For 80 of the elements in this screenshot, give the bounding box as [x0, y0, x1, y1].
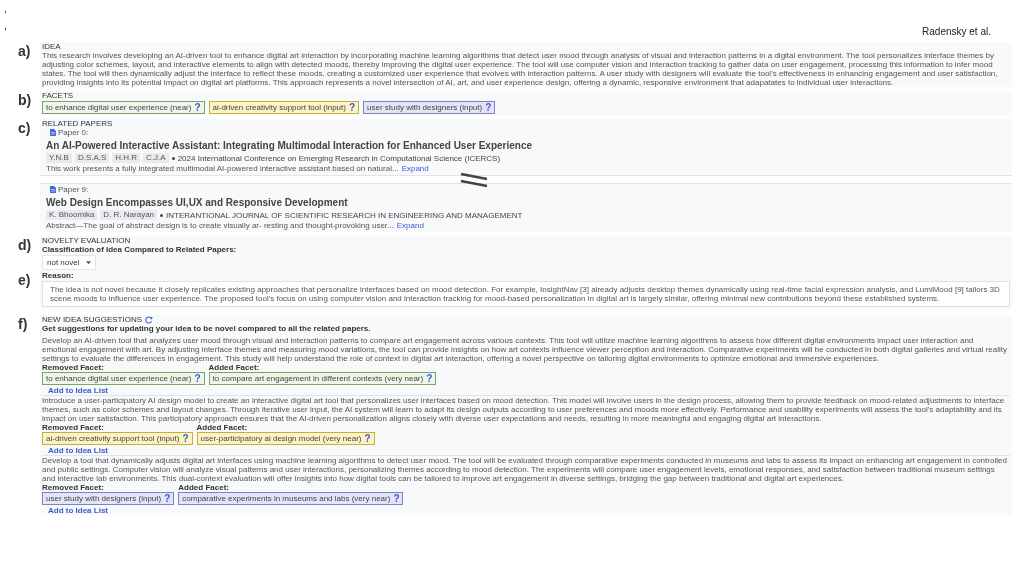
reason-text: The idea is not novel because it closely replicates existing approaches that personalize interfaces based on mood detection. For example, InsightNav [3] already adjusts desktop themes dynamically using real-time facial expression analysis, and LumiMood [9] tailors 3D scene moods to influence user experience. The proposed tool's focus on using computer vision and interaction tracking for mood-based personalization in digital art is largely similar, offering minimal new contributions beyond these established systems.: [42, 281, 1010, 307]
figure-label: f): [18, 317, 29, 331]
facet-text: user-participatory ai design model (very near): [200, 434, 362, 443]
section-heading: NOVELTY EVALUATION: [42, 236, 132, 245]
facet-text: to enhance digital user experience (near): [46, 103, 192, 112]
running-header: Radensky et al.: [922, 26, 991, 37]
suggestions-subheading: Get suggestions for updating your idea to be novel compared to all the related papers.: [42, 324, 372, 333]
paper-title: An AI-Powered Interactive Assistant: Integrating Multimodal Interaction for Enhanced User Experience: [46, 140, 534, 152]
author-tag: D. R. Narayan: [100, 210, 158, 220]
reason-label: Reason:: [42, 271, 75, 280]
help-link[interactable]: ?: [194, 103, 201, 112]
suggestion-paragraph: Develop an AI-driven tool that analyzes user mood through visual and interaction patterns to compare art engagement across various contexts. This tool will utilize machine learning algorithms to assess how different digital environments impact user interaction and emotional engagement with art. By adjusting interface themes and measuring mood variations, the tool can provide insights on how art contexts influence viewer perception and interaction. Comparative experiments will be conducted in both digital galleries and virtual reality settings to evaluate the differences in engagement. This study will help understand the role of context in digital art interaction, offering a novel perspective on tailoring digital environments to optimize emotional and immersive experiences.: [42, 336, 1008, 363]
facet-label: Added Facet:: [208, 363, 261, 372]
paper-number: Paper 9:: [58, 185, 89, 194]
facet-text: to compare art engagement in different contexts (very near): [212, 374, 424, 383]
facet-label: Removed Facet:: [42, 423, 105, 432]
paper-number: Paper 0:: [58, 128, 89, 137]
suggestion-paragraph: Introduce a user-participatory AI design model to create an interactive digital art tool that personalizes user interfaces based on mood detection. This model will involve users in the design process, allowing them to provide feedback on mood-related adjustments to interface themes, such as color schemes and layout changes. Through iterative user input, the AI system will learn to adapt its design outputs according to user preferences and moods more effectively. Performance and usability experiments will assess the tool's adaptability and its impact on user satisfaction. This participatory approach ensures that the AI-driven personalization aligns closely with diverse user expectations and needs, resulting in more meaningful and engaging digital art interactions.: [42, 396, 1006, 423]
figure-label: e): [18, 273, 32, 287]
facet-chip[interactable]: user study with designers (input) ?: [363, 101, 496, 114]
expand-link[interactable]: Expand: [401, 164, 429, 173]
section-heading: FACETS: [42, 91, 75, 100]
margin-mark: ,: [4, 1, 8, 16]
help-link[interactable]: ?: [426, 374, 433, 383]
document-icon: [50, 186, 56, 193]
help-link[interactable]: ?: [348, 103, 356, 112]
author-tag: K. Bhoomika: [46, 210, 98, 220]
help-link[interactable]: ?: [182, 434, 189, 443]
margin-mark: ,: [4, 18, 8, 33]
help-link[interactable]: ?: [164, 494, 171, 503]
help-link[interactable]: ?: [364, 434, 371, 443]
section-heading: RELATED PAPERS: [42, 119, 114, 128]
facet-label: Removed Facet:: [42, 483, 105, 492]
paper-abstract: Abstract—The goal of abstract design is to create visually ar- resting and thought-provoking user...: [46, 221, 394, 230]
paper-title: Web Design Encompasses UI,UX and Responsive Development: [46, 197, 349, 209]
facet-text: ai-driven creativity support tool (input): [212, 103, 346, 112]
expand-link[interactable]: Expand: [396, 221, 424, 230]
facet-chip[interactable]: ai-driven creativity support tool (input) ?: [42, 432, 193, 445]
author-tag: H.H.R: [112, 153, 141, 163]
section-heading: IDEA: [42, 42, 62, 51]
idea-paragraph: This research involves developing an AI-driven tool to enhance digital art interaction by incorporating machine learning algorithms that detect user mood through analysis of visual and interaction patterns in a digital environment. The tool personalizes interface themes by adjusting color schemes, layout, and interactive elements to align with detected moods, thereby improving the digital user experience. The tool will use computer vision and interaction tracking to gather data on user engagement, processing this information to infer mood states. The tool will then dynamically adjust the interface to reflect these moods, creating a customized user experience that evolves with interaction patterns. A user study with designers will evaluate the tool's effectiveness in enhancing engagement and user satisfaction, providing insights into its potential impact on digital art platforms. This approach represents a novel intersection of AI, art, and user experience design, offering a dynamic, responsive environment that adapatates to individual user interactions.: [42, 51, 999, 87]
help-link[interactable]: ?: [194, 374, 201, 383]
facet-label: Removed Facet:: [42, 363, 105, 372]
classification-dropdown[interactable]: not novel: [42, 255, 96, 270]
facet-text: comparative experiments in museums and labs (very near): [182, 494, 391, 503]
facet-label: Added Facet:: [178, 483, 230, 492]
facet-chip[interactable]: user-participatory ai design model (very near) ?: [196, 432, 375, 445]
facet-chip[interactable]: to compare art engagement in different contexts (very near) ?: [208, 372, 437, 385]
facet-text: user study with designers (input): [367, 103, 483, 112]
question-label: Classification of Idea Compared to Related Papers:: [42, 245, 238, 254]
document-icon: [50, 129, 56, 136]
figure-label: b): [18, 93, 33, 107]
facet-chip[interactable]: ai-driven creativity support tool (input) ?: [208, 101, 360, 114]
section-heading: NEW IDEA SUGGESTIONS: [42, 315, 142, 324]
facet-chip[interactable]: comparative experiments in museums and labs (very near) ?: [178, 492, 404, 505]
caret-icon: [86, 260, 91, 265]
facet-chip[interactable]: to enhance digital user experience (near) ?: [42, 101, 205, 114]
break-mark-icon: [460, 172, 488, 188]
add-to-idea-list-link[interactable]: Add to Idea List: [48, 446, 108, 455]
facet-text: ai-driven creativity support tool (input): [46, 434, 180, 443]
refresh-icon[interactable]: [145, 315, 153, 324]
help-link[interactable]: ?: [393, 494, 400, 503]
add-to-idea-list-link[interactable]: Add to Idea List: [48, 386, 108, 395]
facet-text: to enhance digital user experience (near): [46, 374, 192, 383]
facet-text: user study with designers (input): [46, 494, 162, 503]
paper-venue: 2024 International Conference on Emerging Research in Computational Science (ICERCS): [177, 153, 501, 163]
paper-abstract: This work presents a fully integrated multimodal AI-powered interactive assistant based on natural...: [46, 164, 399, 173]
add-to-idea-list-link[interactable]: Add to Idea List: [48, 506, 108, 515]
author-tag: Y.N.B: [46, 153, 72, 163]
figure-label: d): [18, 238, 33, 252]
paper-venue: INTERANTIONAL JOURNAL OF SCIENTIFIC RESEARCH IN ENGINEERING AND MANAGEMENT: [166, 210, 523, 220]
figure-label: c): [18, 121, 32, 135]
figure-label: a): [18, 44, 32, 58]
facet-chip[interactable]: to enhance digital user experience (near) ?: [42, 372, 205, 385]
suggestion-paragraph: Develop a tool that dynamically adjusts digital art interfaces using machine learning algorithms to detect user mood. The tool will be evaluated through comparative experiments conducted in museums and labs to assess its impact on enhancing art engagement in controlled and public settings. Computer vision will analyze visual patterns and user interactions, personalizing themes according to mood detection. The experiments will compare user engagement levels, emotional responses, and satisfaction between traditional museum settings and interactive lab environments. This dual-context evaluation will offer insights into how digital tools can be tailored to improve art engagement in diverse settings, bridging the gap between traditional and digital art experiences.: [42, 456, 1008, 483]
author-tag: D.S.A.S: [74, 153, 110, 163]
facet-chip[interactable]: user study with designers (input) ?: [42, 492, 175, 505]
help-link[interactable]: ?: [485, 103, 492, 112]
facet-label: Added Facet:: [196, 423, 249, 432]
author-tag: C.J.A: [143, 153, 169, 163]
